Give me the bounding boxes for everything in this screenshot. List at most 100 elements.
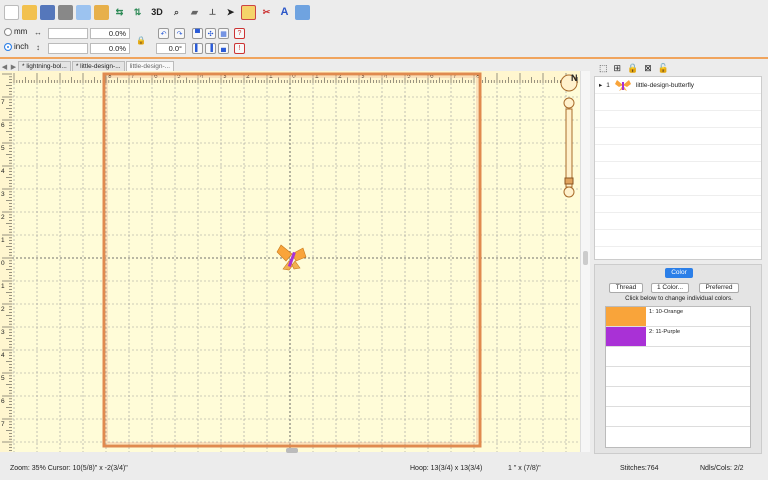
one-color-button[interactable]: 1 Color... — [651, 283, 689, 293]
color-row-orange[interactable]: 1: 10-Orange — [606, 307, 750, 327]
transform-toolbar: mm inch ↔ ↕ 0.0% 0.0% 🔒 ↶ ↷ 0.0° ▀ ✣ ▦ ▌… — [0, 24, 768, 58]
text-icon[interactable]: A — [277, 5, 292, 20]
align-top-icon[interactable]: ▀ — [192, 28, 203, 39]
ruler-label-left: 1 — [1, 237, 5, 244]
compass-north-icon: N — [571, 73, 578, 83]
tab-little-design-2[interactable]: little-design-... — [125, 61, 175, 71]
ruler-label-left: 6 — [1, 398, 5, 405]
unlock-object-icon[interactable]: 🔓 — [658, 63, 669, 74]
warning-icon[interactable]: ! — [234, 43, 245, 54]
select-box-icon[interactable] — [241, 4, 256, 20]
height-input[interactable] — [48, 43, 88, 54]
design-grid[interactable]: 8 7 6 5 4 3 2 1 0 1 2 3 4 5 6 7 8765432101234567N — [0, 71, 580, 452]
stitches-status: Stitches:764 — [620, 465, 659, 472]
design-size-status: 1 " x (7/8)" — [508, 465, 541, 472]
butterfly-thumbnail-icon — [614, 80, 631, 91]
paste-icon[interactable] — [94, 4, 109, 20]
inch-radio-dot[interactable] — [4, 42, 12, 51]
ruler-label-left: 7 — [1, 99, 5, 106]
horizontal-scrollbar[interactable] — [0, 448, 580, 454]
thread-button[interactable]: Thread — [609, 283, 643, 293]
document-tabs: ◀ ▶ * lightning-bol... * little-design-.… — [0, 61, 590, 71]
design-canvas[interactable]: 87654321012345678765432101234567N — [0, 71, 580, 452]
ruler-label-left: 2 — [1, 214, 5, 221]
vertical-scrollbar[interactable] — [580, 71, 590, 452]
new-icon[interactable] — [4, 4, 19, 20]
zoom-slider-track — [565, 108, 573, 188]
expand-arrow-icon[interactable]: ▸ — [599, 81, 602, 89]
object-index: 1 — [606, 81, 610, 89]
center-icon[interactable]: ✣ — [205, 28, 216, 39]
ruler-label-left: 2 — [1, 306, 5, 313]
object-row[interactable]: ▸ 1 little-design-butterfly — [595, 77, 761, 94]
object-list: ▸ 1 little-design-butterfly — [594, 76, 762, 260]
rotate-left-icon[interactable]: ↶ — [158, 28, 169, 39]
flip-horizontal-icon[interactable]: ⇆ — [112, 5, 127, 20]
tab-prev-icon[interactable]: ◀ — [0, 63, 9, 71]
save-icon[interactable] — [40, 4, 55, 20]
ruler-label-left: 4 — [1, 168, 5, 175]
rotate-right-icon[interactable]: ↷ — [174, 28, 185, 39]
list-item — [606, 347, 750, 367]
hide-object-icon[interactable]: ⊠ — [644, 63, 652, 74]
ungroup-icon[interactable]: ⊞ — [614, 63, 622, 74]
list-item — [606, 367, 750, 387]
mm-radio[interactable]: mm — [4, 27, 27, 36]
group-icon[interactable]: ⬚ — [599, 63, 608, 74]
pointer-icon[interactable]: ➤ — [223, 5, 238, 20]
align-center-icon[interactable]: ▐ — [205, 43, 216, 54]
list-item — [595, 111, 761, 128]
3d-icon[interactable]: 3D — [148, 5, 166, 20]
copy-icon[interactable] — [76, 4, 91, 20]
picture-icon[interactable] — [295, 4, 310, 20]
tab-next-icon[interactable]: ▶ — [9, 63, 18, 71]
lock-icon[interactable]: 🔒 — [135, 36, 147, 46]
color-row-purple[interactable]: 2: 11-Purple — [606, 327, 750, 347]
list-item — [595, 213, 761, 230]
h-scroll-thumb[interactable] — [286, 448, 298, 453]
toolbar-separator — [0, 57, 768, 59]
color-panel-title[interactable]: Color — [665, 268, 693, 278]
ruler-label-left: 6 — [1, 122, 5, 129]
tab-lightning-bolt[interactable]: * lightning-bol... — [18, 61, 71, 71]
zoom-cursor-status: Zoom: 35% Cursor: 10(5/8)" x -2(3/4)" — [10, 465, 128, 472]
inch-radio[interactable]: inch — [4, 42, 29, 51]
mm-radio-dot[interactable] — [4, 27, 12, 36]
tab-little-design-1[interactable]: * little-design-... — [71, 61, 125, 71]
align-left-icon[interactable]: ▌ — [192, 43, 203, 54]
list-item — [595, 179, 761, 196]
color-hint: Click below to change individual colors. — [625, 295, 733, 302]
ruler-icon[interactable]: ▰ — [187, 5, 202, 20]
height-percent-input[interactable]: 0.0% — [90, 43, 130, 54]
open-icon[interactable] — [22, 4, 37, 20]
align-bottom-icon[interactable]: ▄ — [218, 43, 229, 54]
ruler-label-left: 1 — [1, 283, 5, 290]
color-swatch[interactable] — [606, 307, 646, 326]
print-icon[interactable] — [58, 4, 73, 20]
width-percent-input[interactable]: 0.0% — [90, 28, 130, 39]
preferred-button[interactable]: Preferred — [699, 283, 739, 293]
hoop-status: Hoop: 13(3/4) x 13(3/4) — [410, 465, 483, 472]
measure-icon[interactable]: ⟂ — [205, 5, 220, 20]
zoom-slider-thumb — [564, 177, 574, 185]
ruler-label-left: 3 — [1, 329, 5, 336]
scroll-thumb[interactable] — [583, 251, 588, 265]
width-input[interactable] — [48, 28, 88, 39]
ruler-label-left: 3 — [1, 191, 5, 198]
grid-icon[interactable]: ▦ — [218, 28, 229, 39]
needles-status: Ndls/Cols: 2/2 — [700, 465, 744, 472]
flip-vertical-icon[interactable]: ⇅ — [130, 5, 145, 20]
angle-input[interactable]: 0.0° — [156, 43, 186, 54]
ruler-label-left: 4 — [1, 352, 5, 359]
color-swatch[interactable] — [606, 327, 646, 346]
list-item — [595, 94, 761, 111]
list-item — [595, 145, 761, 162]
help-icon[interactable]: ? — [234, 28, 245, 39]
zoom-in-icon — [563, 97, 575, 109]
zoom-icon[interactable]: ⌕ — [169, 5, 184, 20]
list-item — [595, 230, 761, 247]
needle-icon[interactable]: ✂ — [259, 5, 274, 20]
zoom-out-icon — [563, 186, 575, 198]
width-icon: ↔ — [34, 28, 42, 37]
lock-object-icon[interactable]: 🔒 — [627, 63, 638, 74]
